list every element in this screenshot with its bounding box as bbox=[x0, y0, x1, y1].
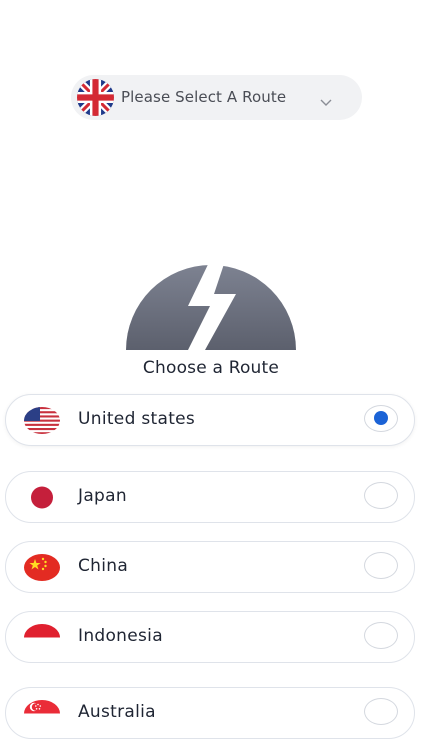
route-item-japan[interactable]: Japan bbox=[5, 471, 415, 523]
china-flag-icon bbox=[24, 554, 60, 581]
singapore-flag-icon bbox=[24, 700, 60, 727]
route-item-australia[interactable]: Australia bbox=[5, 687, 415, 739]
radio-button[interactable] bbox=[364, 482, 398, 509]
uk-flag-icon bbox=[77, 79, 114, 116]
us-flag-icon bbox=[24, 407, 60, 434]
choose-route-title: Choose a Route bbox=[142, 358, 280, 378]
radio-button[interactable] bbox=[364, 552, 398, 579]
route-name: United states bbox=[78, 409, 196, 429]
radio-button[interactable] bbox=[364, 622, 398, 649]
lightning-bolt-icon bbox=[126, 246, 296, 350]
radio-selected-dot bbox=[374, 411, 388, 425]
route-name: China bbox=[78, 556, 129, 576]
route-item-china[interactable]: China bbox=[5, 541, 415, 593]
indonesia-flag-icon bbox=[24, 624, 60, 651]
route-name: Japan bbox=[78, 486, 127, 506]
route-item-united-states[interactable]: United states bbox=[5, 394, 415, 446]
radio-button-selected[interactable] bbox=[364, 405, 398, 432]
route-name: Australia bbox=[78, 702, 156, 722]
route-name: Indonesia bbox=[78, 626, 163, 646]
radio-button[interactable] bbox=[364, 698, 398, 725]
route-select-label: Please Select A Route bbox=[121, 88, 287, 106]
japan-flag-icon bbox=[24, 484, 60, 511]
route-item-indonesia[interactable]: Indonesia bbox=[5, 611, 415, 663]
chevron-down-icon bbox=[320, 92, 332, 106]
route-select-dropdown[interactable]: Please Select A Route bbox=[71, 75, 362, 120]
